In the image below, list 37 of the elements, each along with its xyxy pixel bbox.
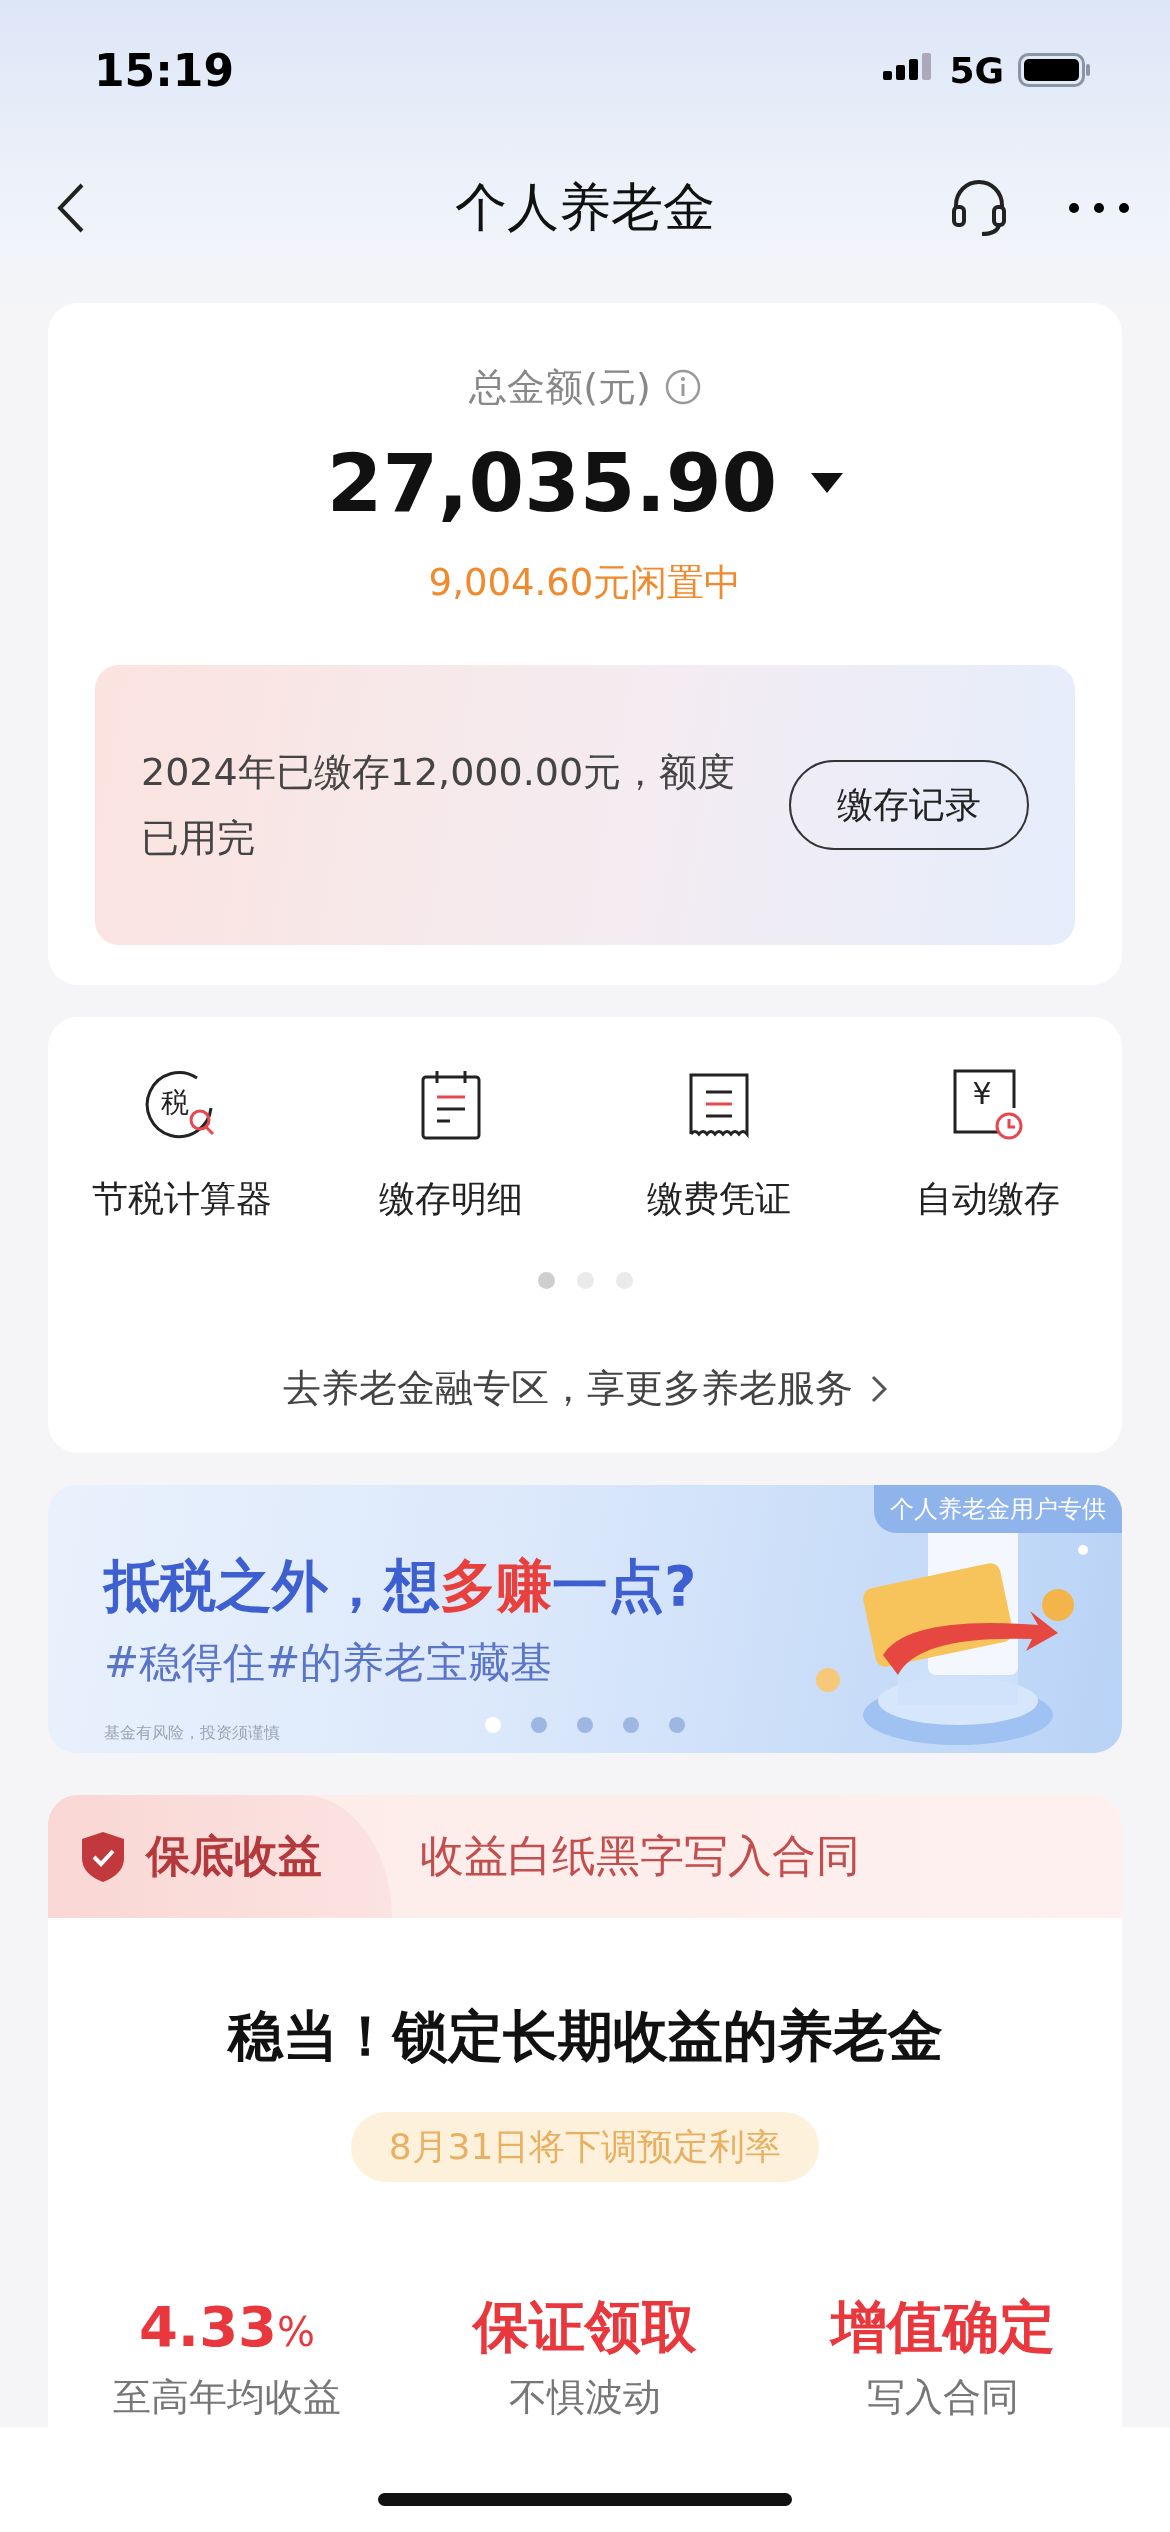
- shield-check-icon: [82, 1831, 124, 1882]
- battery-icon: [1018, 53, 1092, 87]
- banner-subtitle: #稳得住#的养老宝藏基: [104, 1637, 553, 1689]
- service-entry[interactable]: 缴费凭证: [647, 1175, 792, 1224]
- product-title: 稳当！锁定长期收益的养老金: [227, 2003, 943, 2070]
- info-icon[interactable]: [664, 369, 701, 405]
- stat-value: 增值确定: [831, 2294, 1055, 2360]
- stat-label: 不惧波动: [509, 2374, 661, 2421]
- stat-value: 4.33%: [138, 2294, 316, 2360]
- total-amount: 27,035.90: [326, 436, 778, 530]
- stat-label: 写入合同: [867, 2374, 1019, 2421]
- idle-amount: 9,004.60元闲置中: [428, 560, 742, 606]
- risk-disclaimer: 基金有风险，投资须谨慎: [104, 1723, 280, 1744]
- rate-notice: 8月31日将下调预定利率: [350, 2112, 820, 2182]
- service-entry[interactable]: 节税计算器: [92, 1175, 273, 1224]
- promo-tag: 个人养老金用户专供: [874, 1485, 1122, 1533]
- badge-label: 保底收益: [146, 1829, 322, 1883]
- guarantee-slogan: 收益白纸黑字写入合同: [420, 1829, 860, 1883]
- deposit-notice: 2024年已缴存12,000.00元，额度已用完: [141, 749, 737, 862]
- total-label: 总金额(元): [469, 363, 651, 411]
- banner-title[interactable]: 抵税之外，想多赚一点?: [104, 1549, 697, 1625]
- page-title: 个人养老金: [454, 175, 716, 239]
- headset-icon[interactable]: [950, 178, 1008, 237]
- service-entry[interactable]: 缴存明细: [378, 1175, 523, 1224]
- more-icon[interactable]: [1068, 201, 1130, 214]
- calendar-list-icon: [419, 1069, 482, 1141]
- stat-value: 保证领取: [473, 2294, 697, 2360]
- receipt-icon: [688, 1072, 751, 1138]
- back-icon[interactable]: [56, 181, 86, 234]
- stat-label: 至高年均收益: [113, 2374, 341, 2421]
- chevron-right-icon[interactable]: [871, 1374, 887, 1403]
- caret-down-icon[interactable]: [811, 473, 844, 493]
- service-entry[interactable]: 自动缴存: [915, 1175, 1060, 1224]
- pension-zone-link[interactable]: 去养老金融专区，享更多养老服务: [283, 1363, 853, 1414]
- status-time: 15:19: [94, 44, 235, 96]
- network-label: 5G: [949, 49, 1004, 91]
- deposit-record-button[interactable]: 缴存记录: [789, 760, 1029, 850]
